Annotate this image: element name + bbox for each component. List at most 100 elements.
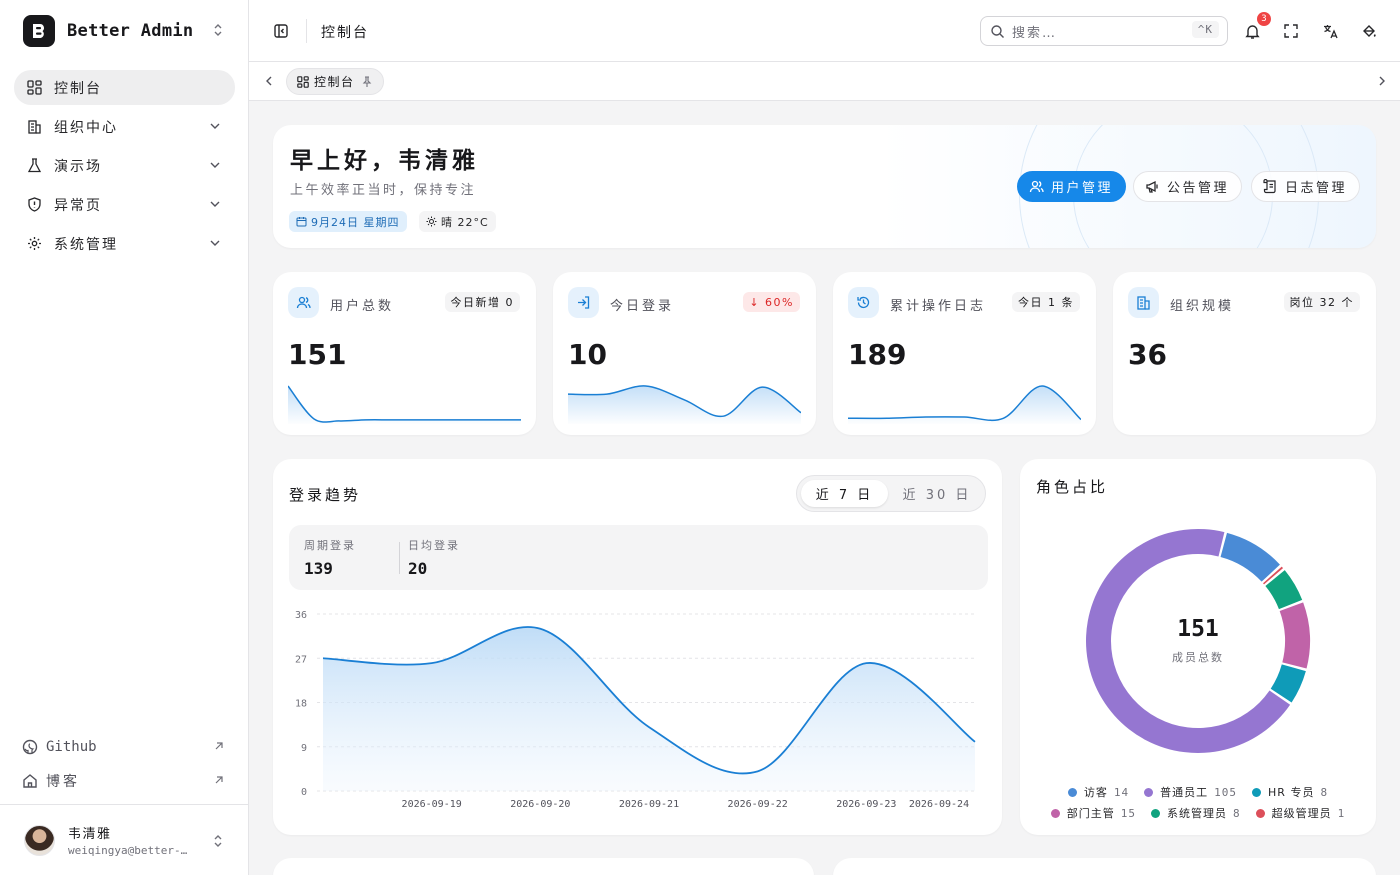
x-tick-label: 2026-09-20 [510,799,570,810]
workspace-switch-icon[interactable] [212,22,224,42]
search-icon [991,24,1004,38]
avatar [24,824,55,856]
summary-period-logins: 周期登录 139 [304,537,356,578]
gear-icon [26,236,42,252]
building-icon [1128,287,1159,318]
stat-label: 用户总数 [330,299,395,314]
announcement-management-button[interactable]: 公告管理 [1133,171,1243,202]
sidebar-item-playground[interactable]: 演示场 [14,148,235,183]
legend-value: 15 [1120,806,1136,820]
legend-item[interactable]: 超级管理员 1 [1255,805,1346,821]
chevron-right-icon[interactable] [1376,75,1388,91]
donut-total-label: 成员总数 [1172,651,1224,664]
sparkline-area [288,386,521,424]
translate-icon[interactable] [1320,21,1340,41]
legend-item[interactable]: HR 专员 8 [1252,784,1328,800]
legend-dot [1144,787,1154,797]
x-tick-label: 2026-09-21 [619,799,679,810]
brand[interactable]: Better Admin [0,0,248,62]
sidebar: Better Admin 控制台 组织中心 演示场 异常页 系统管理 Githu… [0,0,249,875]
stat-card-organization-size: 组织规模 岗位 32 个 36 [1113,272,1376,435]
stat-label: 组织规模 [1170,299,1235,314]
megaphone-icon [1145,179,1160,194]
card-title: 角色占比 [1036,478,1109,496]
sidebar-item-system[interactable]: 系统管理 [14,226,235,261]
stat-label: 今日登录 [610,299,675,314]
log-management-button[interactable]: 日志管理 [1251,171,1361,202]
legend-value: 8 [1320,785,1329,799]
user-menu-toggle-icon[interactable] [212,833,224,853]
sidebar-toggle-icon[interactable] [273,23,289,43]
arrow-up-right-icon [214,773,224,789]
y-tick-label: 36 [295,610,307,621]
users-icon [1029,179,1044,194]
stat-tag: 今日 1 条 [1012,292,1080,312]
top-header: 控制台 搜索… ^K 3 [249,0,1400,62]
chevron-down-icon [209,237,221,253]
chevron-down-icon [209,159,221,175]
search-placeholder: 搜索… [1012,25,1058,41]
github-link[interactable]: Github [22,730,228,764]
chevron-left-icon[interactable] [263,75,275,91]
blog-link[interactable]: 博客 [22,764,228,798]
sidebar-item-dashboard[interactable]: 控制台 [14,70,235,105]
sidebar-item-organization[interactable]: 组织中心 [14,109,235,144]
stat-value: 151 [288,338,347,371]
legend-label: 普通员工 [1160,786,1209,799]
lower-card-left [273,858,814,875]
legend-dot [1252,787,1262,797]
building-icon [26,119,42,135]
app-logo-icon [23,15,55,47]
blog-link-label: 博客 [46,774,80,790]
summary-divider [399,542,400,574]
chevron-down-icon [209,198,221,214]
sidebar-item-label: 演示场 [54,158,102,175]
scroll-icon [1263,179,1278,194]
sidebar-item-label: 控制台 [54,80,102,97]
chevron-down-icon [209,120,221,136]
x-tick-label: 2026-09-22 [728,799,788,810]
sidebar-item-label: 系统管理 [54,236,118,253]
sparkline-chart [568,385,801,424]
sidebar-item-exceptions[interactable]: 异常页 [14,187,235,222]
legend-item[interactable]: 系统管理员 8 [1151,805,1241,821]
range-switcher: 近 7 日 近 30 日 [796,475,986,512]
legend-dot [1067,787,1077,797]
x-tick-label: 2026-09-19 [402,799,462,810]
legend-item[interactable]: 访客 14 [1067,784,1129,800]
sparkline-line [288,385,521,423]
search-input[interactable]: 搜索… ^K [980,16,1228,46]
range-7-days-tab[interactable]: 近 7 日 [801,480,888,507]
user-management-label: 用户管理 [1051,181,1114,196]
home-icon [22,773,38,789]
user-menu[interactable]: 韦清雅 weiqingya@better-… [0,804,248,875]
log-management-label: 日志管理 [1285,181,1348,196]
donut-slice [1279,602,1310,669]
summary-label: 日均登录 [408,539,460,552]
theme-icon[interactable] [1359,21,1379,41]
legend-dot [1255,808,1265,818]
user-email: weiqingya@better-… [68,844,188,857]
legend-row: 部门主管 15 系统管理员 8 超级管理员 1 [1020,805,1376,821]
history-icon [848,287,879,318]
header-divider [306,19,307,43]
github-icon [22,739,38,755]
fullscreen-icon[interactable] [1281,21,1301,41]
stat-value: 189 [848,338,907,371]
legend-label: 系统管理员 [1167,807,1227,820]
date-chip: 9月24日 星期四 [289,211,407,232]
card-title: 登录趋势 [289,486,362,504]
range-30-days-tab[interactable]: 近 30 日 [893,480,981,507]
dashboard-icon [297,75,309,88]
pin-icon[interactable] [361,75,373,88]
tab-dashboard[interactable]: 控制台 [286,68,384,95]
stat-tag: ↓ 60% [743,292,800,312]
legend-label: HR 专员 [1268,786,1315,799]
legend-row: 访客 14 普通员工 105 HR 专员 8 [1020,784,1376,800]
y-tick-label: 27 [295,654,307,665]
legend-item[interactable]: 普通员工 105 [1144,784,1237,800]
user-management-button[interactable]: 用户管理 [1017,171,1127,202]
legend-item[interactable]: 部门主管 15 [1050,805,1136,821]
login-trend-card: 登录趋势 近 7 日 近 30 日 周期登录 139 日均登录 20 0 9 18 2… [273,459,1002,835]
donut-slice [1220,532,1280,582]
